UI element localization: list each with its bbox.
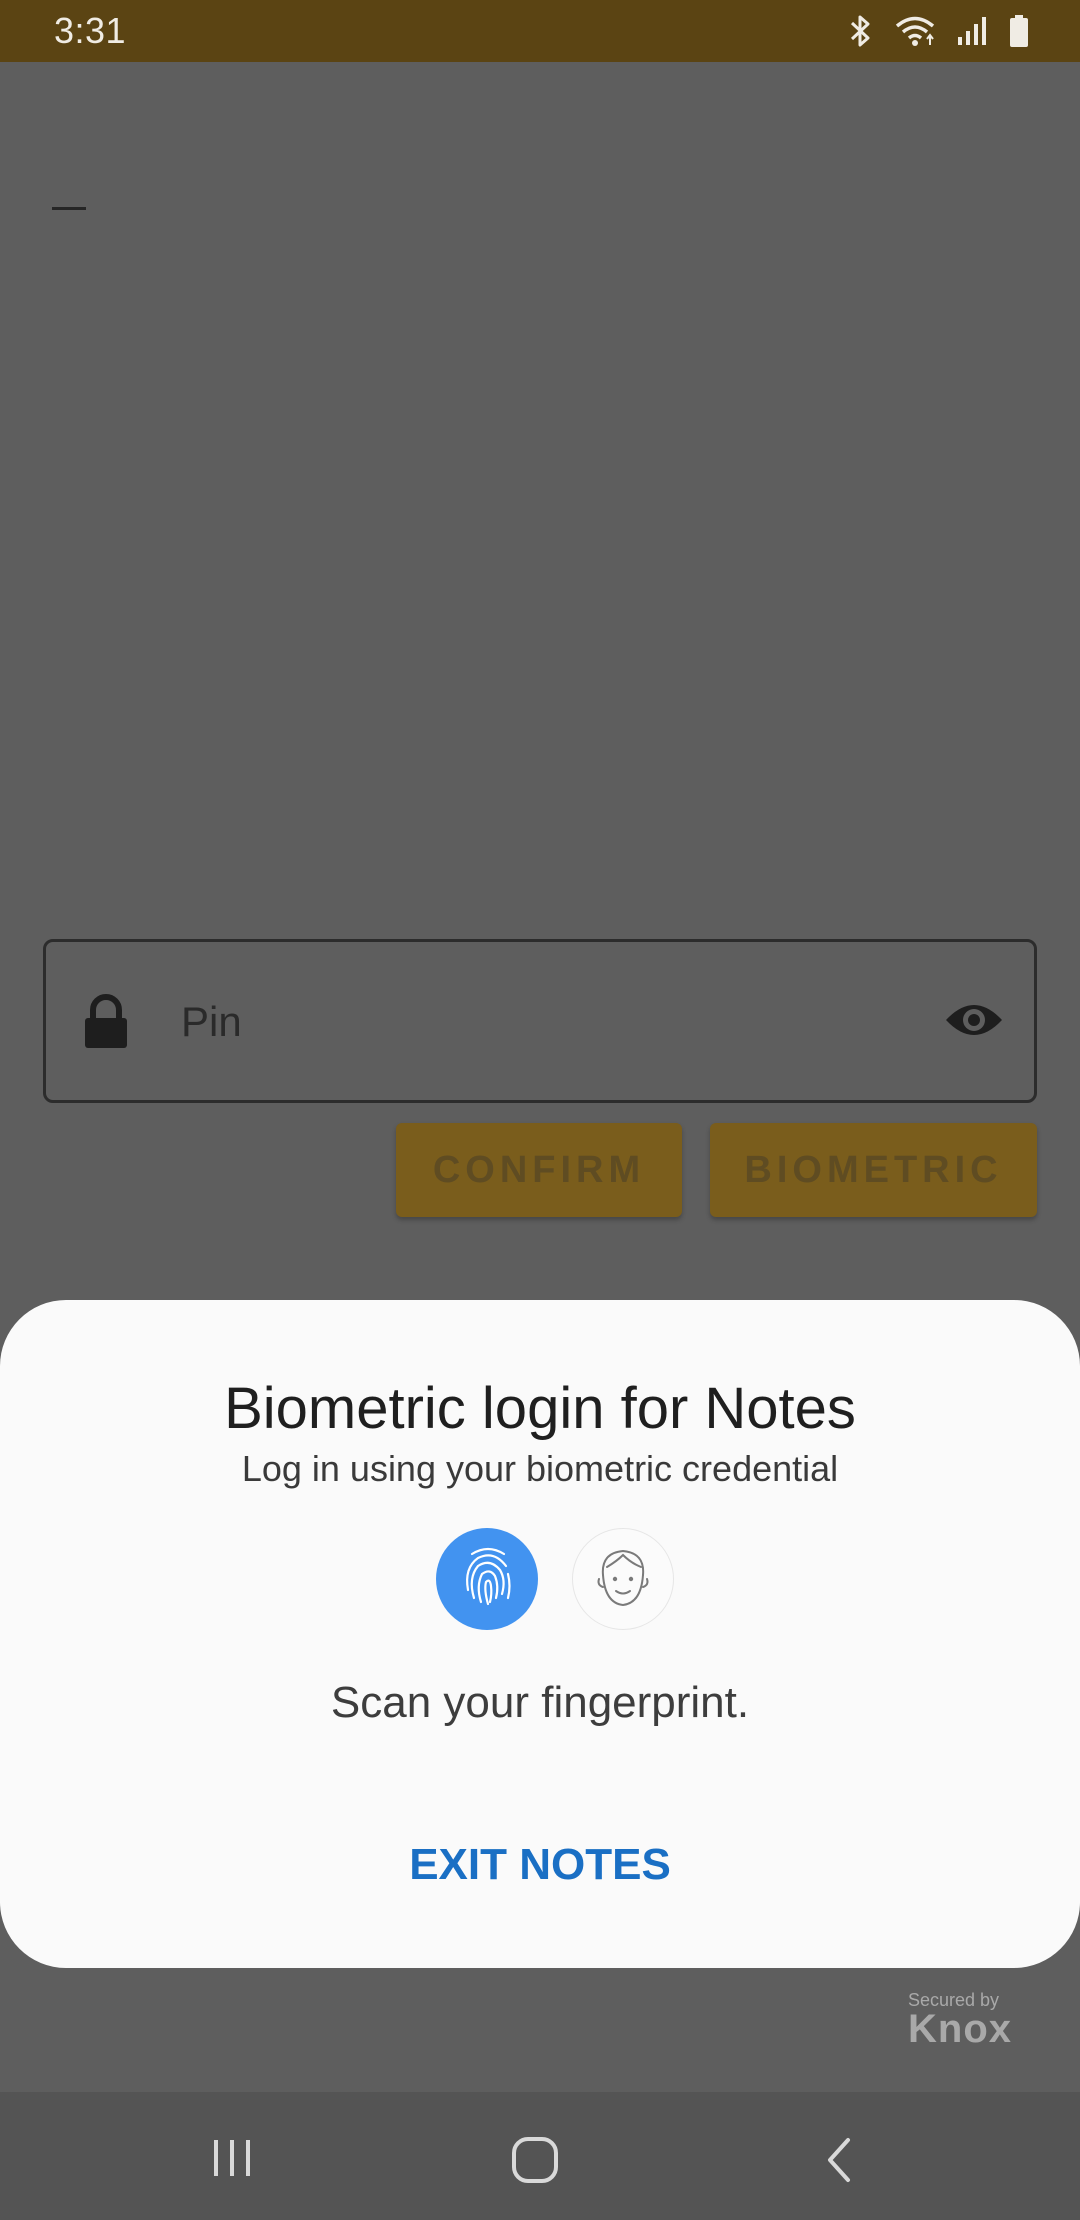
lock-icon <box>82 994 130 1053</box>
biometric-prompt-sheet: Biometric login for Notes Log in using y… <box>0 1300 1080 1968</box>
signal-icon <box>956 15 988 47</box>
scan-instruction: Scan your fingerprint. <box>330 1678 750 1727</box>
prompt-title: Biometric login for Notes <box>224 1376 856 1441</box>
pin-input-field[interactable]: Pin <box>43 939 1037 1103</box>
navigation-bar <box>0 2092 1080 2220</box>
pin-placeholder: Pin <box>181 998 242 1045</box>
knox-badge: Secured by Knox <box>908 1990 1012 2052</box>
confirm-button[interactable]: CONFIRM <box>396 1123 682 1217</box>
knox-logo: Knox <box>908 2007 1012 2051</box>
home-icon[interactable] <box>510 2136 560 2189</box>
bluetooth-icon <box>848 14 874 48</box>
status-icons <box>848 12 1030 50</box>
status-time: 3:31 <box>54 10 127 51</box>
eye-icon[interactable] <box>944 1000 1004 1045</box>
recents-icon[interactable] <box>210 2138 256 2183</box>
fingerprint-option[interactable] <box>436 1528 538 1630</box>
biometric-button[interactable]: BIOMETRIC <box>710 1123 1037 1217</box>
face-option[interactable] <box>572 1528 674 1630</box>
prompt-subtitle: Log in using your biometric credential <box>241 1448 839 1489</box>
dash-line <box>52 207 86 210</box>
wifi-icon <box>894 14 936 48</box>
battery-icon <box>1008 14 1030 48</box>
exit-notes-button[interactable]: EXIT NOTES <box>380 1840 700 1900</box>
status-bar: 3:31 <box>0 0 1080 62</box>
back-icon[interactable] <box>822 2136 856 2189</box>
